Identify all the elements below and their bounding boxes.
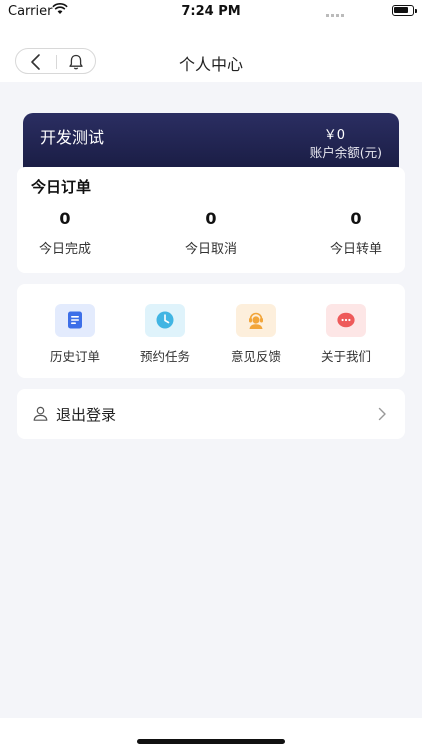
support-agent-icon [249,312,263,329]
logout-button[interactable]: 退出登录 [17,389,405,439]
battery-icon [392,5,417,16]
chat-bubble-icon [337,312,355,328]
nav-bar: 个人中心 [0,26,422,82]
menu-item-history-orders[interactable]: 历史订单 [37,304,113,365]
menu-item-label: 历史订单 [49,349,100,364]
home-indicator[interactable] [137,739,285,744]
status-bar: Carrier 7:24 PM [0,0,422,26]
document-icon [68,311,82,329]
status-dots-icon [326,14,346,17]
stat-label: 今日转单 [329,242,382,257]
status-time: 7:24 PM [181,4,241,19]
home-bar-area [0,718,422,750]
stat-value: 0 [350,209,362,228]
menu-item-label: 意见反馈 [230,349,281,364]
user-name: 开发测试 [40,128,105,147]
stat-transferred: 0 今日转单 [311,209,401,257]
today-orders-card: 今日订单 0 今日完成 0 今日取消 0 今日转单 [17,167,405,273]
history-orders-tile [55,304,95,337]
stat-label: 今日取消 [184,242,237,257]
feedback-tile [236,304,276,337]
stat-completed: 0 今日完成 [20,209,110,257]
page-title: 个人中心 [178,55,243,74]
today-orders-title: 今日订单 [31,178,92,196]
scheduled-tasks-tile [145,304,185,337]
menu-item-about-us[interactable]: 关于我们 [308,304,384,365]
menu-item-label: 预约任务 [139,349,190,364]
stat-value: 0 [205,209,217,228]
about-us-tile [326,304,366,337]
logout-label: 退出登录 [56,406,117,424]
clock-icon [156,311,174,329]
chevron-right-icon [378,407,386,421]
menu-grid: 历史订单 预约任务 意见反馈 关于我们 [17,284,405,378]
stat-value: 0 [59,209,71,228]
user-icon [33,406,48,421]
account-balance-label: 账户余额(元) [309,145,382,160]
menu-item-feedback[interactable]: 意见反馈 [218,304,294,365]
stat-label: 今日完成 [38,242,91,257]
account-balance: ￥0 [323,128,345,143]
menu-item-label: 关于我们 [320,349,371,364]
stat-cancelled: 0 今日取消 [166,209,256,257]
menu-item-scheduled-tasks[interactable]: 预约任务 [127,304,203,365]
